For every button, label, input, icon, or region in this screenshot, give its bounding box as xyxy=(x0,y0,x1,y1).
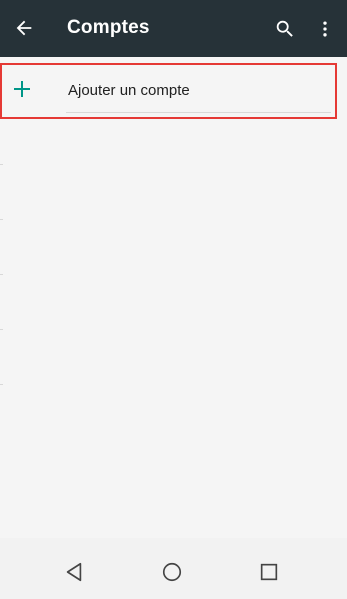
row-divider xyxy=(66,112,331,113)
edge-tick xyxy=(0,329,3,330)
add-account-item[interactable]: Ajouter un compte xyxy=(0,63,337,119)
edge-tick xyxy=(0,384,3,385)
nav-back-icon xyxy=(66,562,82,582)
accounts-list: Ajouter un compte xyxy=(0,57,347,538)
nav-home-button[interactable] xyxy=(160,560,184,584)
page-title: Comptes xyxy=(67,17,150,38)
back-button[interactable] xyxy=(10,14,38,42)
nav-back-button[interactable] xyxy=(62,560,86,584)
nav-recents-button[interactable] xyxy=(257,560,281,584)
system-nav-bar xyxy=(0,538,347,599)
search-button[interactable] xyxy=(271,15,299,43)
add-account-label: Ajouter un compte xyxy=(68,82,190,99)
edge-tick xyxy=(0,164,3,165)
edge-tick xyxy=(0,219,3,220)
search-icon xyxy=(276,20,293,37)
more-vert-icon xyxy=(323,21,327,37)
nav-home-icon xyxy=(162,562,182,582)
nav-recents-icon xyxy=(260,563,278,581)
more-options-button[interactable] xyxy=(313,15,337,43)
plus-icon xyxy=(14,81,30,97)
app-toolbar: Comptes xyxy=(0,0,347,57)
arrow-back-icon xyxy=(16,20,32,36)
edge-tick xyxy=(0,274,3,275)
